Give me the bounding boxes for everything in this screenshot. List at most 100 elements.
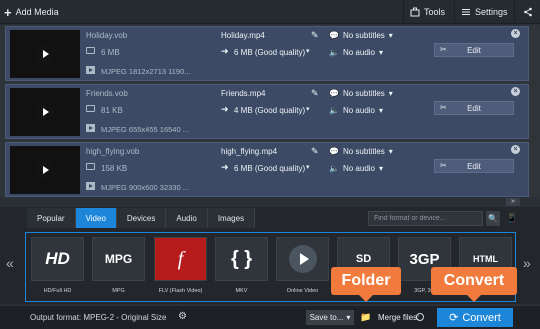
add-media-button[interactable]: + Add Media xyxy=(4,4,59,20)
chevron-down-icon[interactable]: ▾ xyxy=(306,163,310,171)
tab-images[interactable]: Images xyxy=(207,208,256,228)
tab-popular[interactable]: Popular xyxy=(27,208,76,228)
format-hd[interactable]: HD HD/Full HD xyxy=(29,236,86,300)
video-file-icon xyxy=(86,182,95,190)
output-filename[interactable]: Friends.mp4 xyxy=(221,89,265,98)
speaker-icon: 🔈 xyxy=(329,164,339,173)
media-item[interactable]: Holiday.vob 6 MB MJPEG 1812x2713 1190...… xyxy=(5,26,529,81)
flash-icon: f xyxy=(154,237,207,281)
merge-files-toggle[interactable] xyxy=(416,313,424,321)
subtitles-dropdown[interactable]: 💬 No subtitles ▾ xyxy=(329,147,393,156)
source-size: 6 MB xyxy=(101,48,120,57)
remove-item-icon[interactable]: × xyxy=(511,145,520,154)
carousel-prev-icon[interactable]: « xyxy=(6,255,14,271)
tab-devices[interactable]: Devices xyxy=(116,208,167,228)
gear-icon[interactable]: ⚙ xyxy=(178,311,187,322)
chevron-down-icon: ▾ xyxy=(346,313,351,322)
scissors-icon: ✂ xyxy=(440,45,447,54)
edit-button[interactable]: ✂ Edit xyxy=(434,43,514,57)
subtitles-dropdown[interactable]: 💬 No subtitles ▾ xyxy=(329,89,393,98)
search-icon[interactable]: 🔍 xyxy=(486,211,500,226)
collapse-chevron-icon[interactable]: » xyxy=(506,198,520,206)
add-media-label: Add Media xyxy=(15,7,59,17)
audio-label: No audio xyxy=(342,48,375,57)
convert-label: Convert xyxy=(462,311,501,324)
folder-icon xyxy=(86,163,95,170)
speaker-icon: 🔈 xyxy=(329,106,339,115)
arrow-right-icon: ➜ xyxy=(221,104,229,114)
source-info: MJPEG 1812x2713 1190... xyxy=(101,67,191,76)
save-to-label: Save to... xyxy=(309,313,344,322)
settings-button[interactable]: Settings xyxy=(454,0,514,24)
audio-label: No audio xyxy=(342,164,375,173)
video-thumbnail[interactable] xyxy=(10,146,80,194)
remove-item-icon[interactable]: × xyxy=(511,87,520,96)
device-detect-icon[interactable]: 📱 xyxy=(505,211,519,226)
format-flv[interactable]: f FLV (Flash Video) xyxy=(152,236,209,300)
play-icon[interactable] xyxy=(35,44,55,64)
format-mpg[interactable]: MPG MPG xyxy=(90,236,147,300)
audio-dropdown[interactable]: 🔈 No audio ▾ xyxy=(329,106,383,115)
chevron-down-icon: ▾ xyxy=(388,89,393,98)
carousel-next-icon[interactable]: » xyxy=(523,255,531,271)
audio-dropdown[interactable]: 🔈 No audio ▾ xyxy=(329,164,383,173)
play-icon[interactable] xyxy=(35,102,55,122)
toolbox-icon xyxy=(410,7,420,17)
source-size: 158 KB xyxy=(101,164,128,173)
chevron-down-icon[interactable]: ▾ xyxy=(306,105,310,113)
chevron-down-icon: ▾ xyxy=(379,106,384,115)
output-format-label: Output format: MPEG-2 - Original Size xyxy=(30,313,167,322)
rename-pencil-icon[interactable]: ✎ xyxy=(311,88,319,99)
chevron-down-icon: ▾ xyxy=(388,31,393,40)
media-item[interactable]: Friends.vob 81 KB MJPEG 655x455 16540 ..… xyxy=(5,84,529,139)
rename-pencil-icon[interactable]: ✎ xyxy=(311,146,319,157)
format-mkv[interactable]: { } MKV xyxy=(213,236,270,300)
format-label: MKV xyxy=(235,288,248,294)
tab-audio[interactable]: Audio xyxy=(166,208,208,228)
scissors-icon: ✂ xyxy=(440,161,447,170)
subtitles-icon: 💬 xyxy=(329,147,339,156)
edit-button[interactable]: ✂ Edit xyxy=(434,101,514,115)
edit-label: Edit xyxy=(467,45,481,55)
rename-pencil-icon[interactable]: ✎ xyxy=(311,30,319,41)
edit-label: Edit xyxy=(467,103,481,113)
share-button[interactable] xyxy=(514,0,540,24)
output-quality[interactable]: 4 MB (Good quality) xyxy=(234,106,305,115)
play-icon[interactable] xyxy=(35,160,55,180)
subtitles-label: No subtitles xyxy=(342,147,385,156)
format-label: HD/Full HD xyxy=(43,288,72,294)
save-to-button[interactable]: Save to... ▾ xyxy=(306,310,354,325)
arrow-right-icon: ➜ xyxy=(221,162,229,172)
video-file-icon xyxy=(86,124,95,132)
video-file-icon xyxy=(86,66,95,74)
folder-icon[interactable]: 📁 xyxy=(360,311,372,323)
video-thumbnail[interactable] xyxy=(10,88,80,136)
video-thumbnail[interactable] xyxy=(10,30,80,78)
refresh-icon: ⟳ xyxy=(449,312,459,324)
mpg-icon: MPG xyxy=(92,237,145,281)
convert-button[interactable]: ⟳ Convert xyxy=(437,308,513,327)
output-filename[interactable]: high_flying.mp4 xyxy=(221,147,277,156)
format-search-input[interactable] xyxy=(368,211,483,226)
output-quality[interactable]: 6 MB (Good quality) xyxy=(234,48,305,57)
format-tabs: Popular Video Devices Audio Images xyxy=(27,208,256,228)
plus-icon: + xyxy=(4,4,12,20)
folder-callout: Folder xyxy=(331,267,401,302)
share-icon xyxy=(523,7,532,17)
audio-dropdown[interactable]: 🔈 No audio ▾ xyxy=(329,48,383,57)
media-item[interactable]: high_flying.vob 158 KB MJPEG 900x600 323… xyxy=(5,142,529,197)
merge-files-label: Merge files: xyxy=(378,313,420,322)
settings-label: Settings xyxy=(475,7,508,17)
chevron-down-icon[interactable]: ▾ xyxy=(306,47,310,55)
output-filename[interactable]: Holiday.mp4 xyxy=(221,31,265,40)
tools-button[interactable]: Tools xyxy=(403,0,451,24)
format-online-video[interactable]: Online Video xyxy=(274,236,331,300)
subtitles-dropdown[interactable]: 💬 No subtitles ▾ xyxy=(329,31,393,40)
tab-video[interactable]: Video xyxy=(75,208,117,228)
remove-item-icon[interactable]: × xyxy=(511,29,520,38)
output-quality[interactable]: 6 MB (Good quality) xyxy=(234,164,305,173)
source-info: MJPEG 900x600 32330 ... xyxy=(101,183,189,192)
edit-button[interactable]: ✂ Edit xyxy=(434,159,514,173)
chevron-down-icon: ▾ xyxy=(379,164,384,173)
audio-label: No audio xyxy=(342,106,375,115)
